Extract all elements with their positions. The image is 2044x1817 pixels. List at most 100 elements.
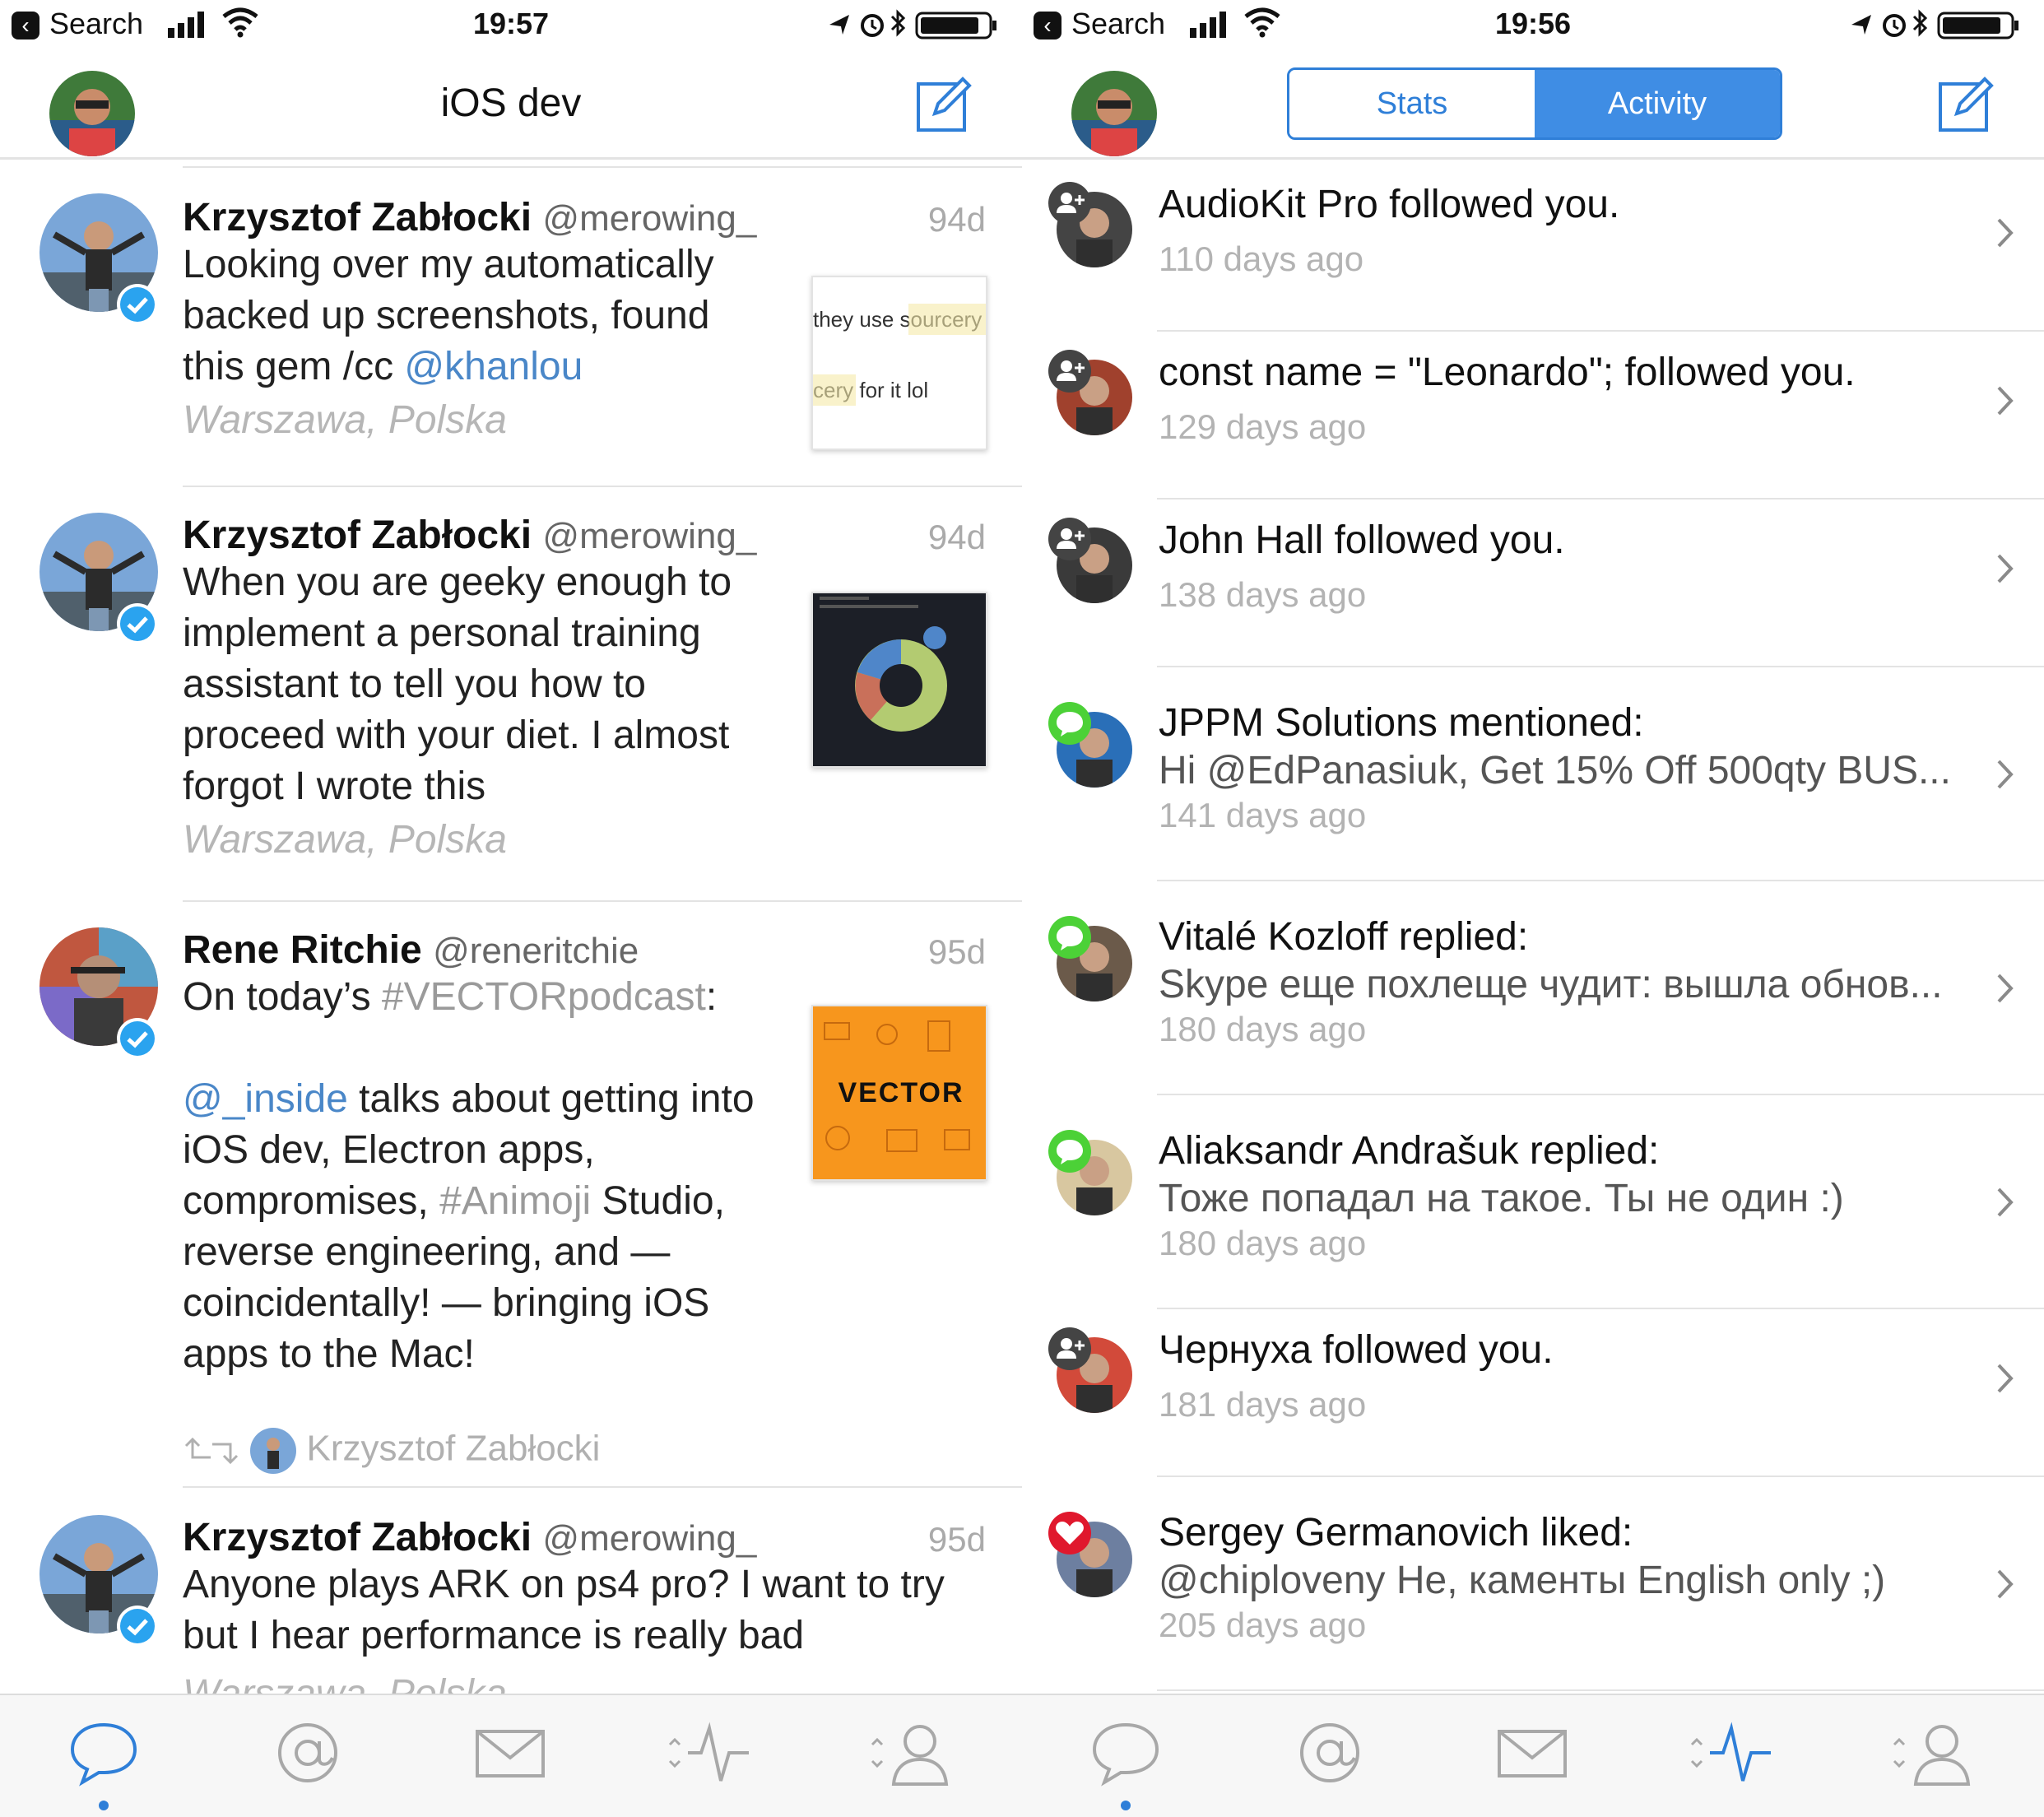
chevron-right-icon[interactable] (1996, 972, 2014, 1005)
separator (1157, 1689, 2044, 1691)
timeline-icon[interactable] (63, 1712, 145, 1794)
author-handle[interactable]: @reneritchie (433, 931, 639, 971)
bluetooth-icon (1912, 9, 1928, 37)
tweet-media-thumbnail[interactable] (811, 592, 987, 768)
account-avatar[interactable] (1071, 71, 1157, 156)
tweet-timeline[interactable]: Krzysztof Zabłocki @merowing_ 94d Lookin… (0, 162, 1022, 1694)
compose-icon[interactable] (915, 76, 973, 133)
activity-actor[interactable]: John Hall (1159, 518, 1323, 562)
compose-icon[interactable] (1937, 76, 1995, 133)
activity-time: 129 days ago (1159, 407, 1367, 446)
chevron-right-icon[interactable] (1996, 758, 2014, 791)
retweeter-avatar (250, 1428, 297, 1474)
status-bar: ‹ Search 19:56 (1022, 0, 2044, 51)
tweet-row[interactable]: Rene Ritchie @reneritchie 95d On today’s… (0, 899, 1022, 1475)
chevron-right-icon[interactable] (1996, 1186, 2014, 1219)
activity-row[interactable]: JPPM Solutions mentioned: Hi @EdPanasiuk,… (1022, 666, 2044, 880)
activity-row[interactable]: AudioKit Pro followed you. 110 days ago (1022, 162, 2044, 330)
activity-actor[interactable]: AudioKit Pro (1159, 183, 1378, 226)
activity-actor[interactable]: JPPM Solutions (1159, 701, 1438, 745)
activity-time: 141 days ago (1159, 796, 1367, 834)
retweeter-name[interactable]: Krzysztof Zabłocki (306, 1429, 600, 1469)
activity-row[interactable]: Aliaksandr Andrašuk replied: Тоже попадал… (1022, 1094, 2044, 1308)
chevron-right-icon[interactable] (1996, 1568, 2014, 1601)
messages-icon[interactable] (1491, 1712, 1573, 1794)
tweet-text: When you are geeky enough to implement a… (183, 560, 732, 808)
chevron-right-icon[interactable] (1996, 1362, 2014, 1395)
activity-snippet: @chiploveny Не, каменты English only ;) (1159, 1559, 1886, 1602)
activity-time: 138 days ago (1159, 575, 1367, 614)
activity-action: followed you. (1377, 183, 1620, 226)
author-handle[interactable]: @merowing_ (542, 1518, 756, 1559)
chevron-right-icon[interactable] (1996, 216, 2014, 249)
mention-link[interactable]: @khanlou (404, 345, 583, 388)
mention-link[interactable]: @_inside (183, 1077, 348, 1121)
timeline-icon[interactable] (1085, 1712, 1167, 1794)
author-name[interactable]: Krzysztof Zabłocki (183, 196, 532, 239)
activity-title: const name = "Leonardo"; followed you. (1159, 350, 1981, 395)
tweet-text-part: : (705, 975, 718, 1019)
reply-badge-icon (1048, 916, 1091, 959)
activity-actor[interactable]: Aliaksandr Andrašuk (1159, 1129, 1519, 1173)
chevron-right-icon[interactable] (1996, 552, 2014, 585)
follow-badge-icon (1048, 518, 1091, 560)
activity-row[interactable]: Vitalé Kozloff replied: Skype еще похлеще… (1022, 880, 2044, 1094)
retweeted-by[interactable]: Krzysztof Zabłocki (183, 1428, 600, 1474)
tweet-row[interactable]: Krzysztof Zabłocki @merowing_ 95d Anyone… (0, 1485, 1022, 1694)
tweet-age: 95d (927, 1520, 986, 1559)
activity-time: 181 days ago (1159, 1385, 1367, 1424)
tweet-row[interactable]: Krzysztof Zabłocki @merowing_ 94d Lookin… (0, 162, 1022, 450)
activity-row[interactable]: const name = "Leonardo"; followed you. 12… (1022, 330, 2044, 498)
author-name[interactable]: Krzysztof Zabłocki (183, 514, 532, 557)
activity-row[interactable]: John Hall followed you. 138 days ago (1022, 498, 2044, 666)
author-handle[interactable]: @merowing_ (542, 516, 756, 556)
activity-actor[interactable]: Sergey Germanovich (1159, 1511, 1530, 1554)
tweet-row[interactable]: Krzysztof Zabłocki @merowing_ 94d When y… (0, 483, 1022, 895)
activity-list[interactable]: AudioKit Pro followed you. 110 days ago co… (1022, 162, 2044, 1694)
author-name[interactable]: Krzysztof Zabłocki (183, 1516, 532, 1559)
follow-badge-icon (1048, 1327, 1091, 1370)
activity-time: 180 days ago (1159, 1010, 1367, 1048)
tweet-header: Krzysztof Zabłocki @merowing_ (183, 1515, 756, 1560)
follow-badge-icon (1048, 182, 1091, 225)
activity-icon[interactable] (658, 1712, 757, 1794)
activity-actor[interactable]: Чернуха (1159, 1328, 1312, 1372)
tweet-media-thumbnail[interactable]: they use sourcery cery for it lol (811, 276, 987, 450)
tweet-media-thumbnail[interactable]: VECTOR (811, 1005, 987, 1181)
hashtag-link[interactable]: #Animoji (439, 1179, 591, 1223)
activity-snippet: Skype еще похлеще чудит: вышла обнов... (1159, 963, 1943, 1006)
stats-activity-segmented-control: Stats Activity (1287, 67, 1782, 140)
profile-icon[interactable] (861, 1712, 959, 1794)
activity-actor[interactable]: const name = "Leonardo"; (1159, 351, 1614, 394)
messages-icon[interactable] (469, 1712, 551, 1794)
heart-badge-icon (1048, 1512, 1091, 1554)
activity-row[interactable]: Чернуха followed you. 181 days ago (1022, 1308, 2044, 1475)
tab-activity[interactable]: Activity (1535, 70, 1780, 137)
mentions-icon[interactable] (267, 1712, 349, 1794)
mentions-icon[interactable] (1289, 1712, 1371, 1794)
activity-action: replied: (1387, 915, 1529, 959)
list-title[interactable]: iOS dev (0, 81, 1022, 126)
activity-icon[interactable] (1680, 1712, 1779, 1794)
tweet-text: On today’s #VECTORpodcast: @_inside talks… (183, 972, 792, 1380)
chevron-right-icon[interactable] (1996, 384, 2014, 417)
activity-action: followed you. (1614, 351, 1856, 394)
activity-action: replied: (1518, 1129, 1660, 1173)
thumb-highlight (908, 304, 986, 335)
activity-snippet: Hi @EdPanasiuk, Get 15% Off 500qty BUS..… (1159, 749, 1949, 792)
activity-snippet: Тоже попадал на такое. Ты не один :) (1159, 1177, 1844, 1220)
activity-screen: ‹ Search 19:56 Stats Activity AudioKit P… (1022, 0, 2044, 1817)
profile-icon[interactable] (1883, 1712, 1981, 1794)
activity-row[interactable]: Sergey Germanovich liked: @chiploveny Не,… (1022, 1475, 2044, 1689)
status-bar: ‹ Search 19:57 (0, 0, 1022, 51)
activity-action: liked: (1529, 1511, 1633, 1554)
hashtag-link[interactable]: #VECTORpodcast (382, 975, 706, 1019)
tab-stats[interactable]: Stats (1289, 70, 1535, 137)
tweet-age: 94d (927, 518, 986, 556)
author-name[interactable]: Rene Ritchie (183, 928, 422, 972)
reply-badge-icon (1048, 702, 1091, 745)
activity-actor[interactable]: Vitalé Kozloff (1159, 915, 1387, 959)
thumb-highlight (813, 374, 856, 406)
author-handle[interactable]: @merowing_ (542, 198, 756, 239)
tweet-location: Warszawa, Polska (183, 818, 507, 862)
